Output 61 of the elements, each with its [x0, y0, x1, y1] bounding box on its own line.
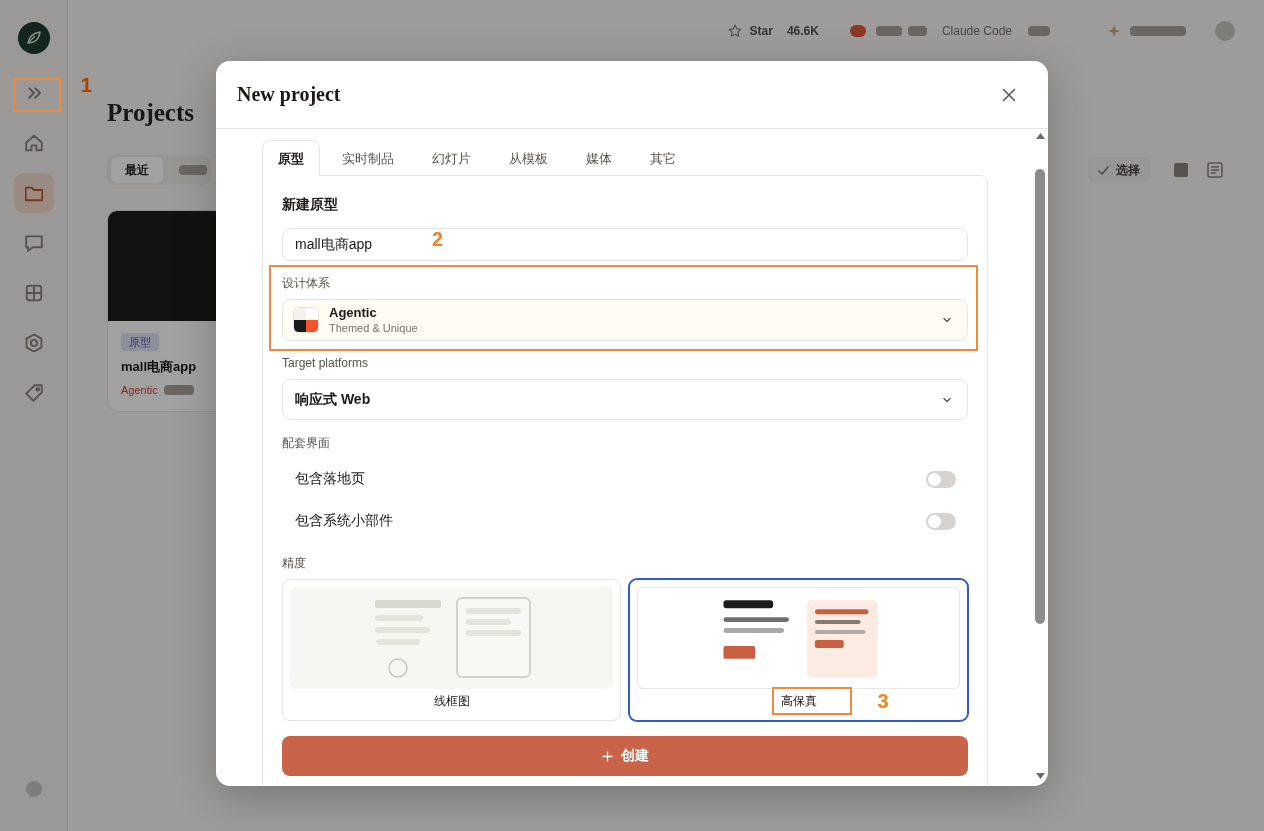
design-system-label: Agentic	[121, 383, 158, 397]
form-label: 新建原型	[282, 195, 339, 214]
blurred-text	[163, 385, 194, 395]
blurred-text	[1130, 26, 1186, 36]
blurred-text	[907, 26, 927, 36]
scroll-down-icon[interactable]	[1036, 773, 1045, 779]
dialog-tab[interactable]: 其它	[634, 140, 692, 176]
select-button[interactable]: 选择	[1088, 157, 1150, 183]
circle-icon[interactable]	[24, 780, 43, 798]
dialog-tab[interactable]: 原型	[262, 140, 320, 176]
sidebar-item[interactable]	[13, 173, 54, 213]
filter-tab[interactable]: 最近	[111, 157, 163, 183]
annotation-number: 2	[432, 228, 444, 250]
platform-select[interactable]: 响应式 Web	[282, 379, 968, 420]
sparkle-icon	[1108, 25, 1120, 37]
project-tag: 原型	[121, 333, 159, 351]
annotation-number: 3	[877, 690, 889, 712]
dialog-tab[interactable]: 实时制品	[326, 140, 410, 176]
annotation-box	[12, 78, 61, 112]
star-icon	[727, 24, 742, 38]
star-count: 46.6K	[786, 24, 819, 38]
create-button[interactable]: 创建	[282, 736, 968, 776]
avatar-icon[interactable]	[1215, 21, 1235, 41]
dialog-tab[interactable]: 从模板	[493, 140, 564, 176]
tag-icon	[24, 384, 43, 402]
annotation-number: 1	[80, 74, 93, 96]
toggle-label: 包含落地页	[295, 470, 365, 488]
plus-icon	[601, 750, 613, 762]
swatch-icon	[293, 307, 319, 333]
settings-icon	[24, 334, 43, 352]
form-label: 设计体系	[282, 275, 331, 291]
star-label[interactable]: Star	[749, 24, 773, 38]
toggle-switch[interactable]	[926, 470, 956, 488]
square-view-icon[interactable]	[1172, 161, 1190, 179]
toggle-label: 包含系统小部件	[295, 512, 393, 530]
blurred-text	[875, 26, 902, 36]
folder-icon	[24, 184, 43, 202]
list-view-icon[interactable]	[1206, 161, 1224, 179]
scroll-up-icon[interactable]	[1036, 133, 1045, 139]
chat-icon	[24, 234, 43, 252]
badge-icon	[849, 25, 866, 37]
dialog-tab[interactable]: 幻灯片	[416, 140, 487, 176]
logo-icon	[17, 22, 50, 54]
toggle-switch[interactable]	[926, 512, 956, 530]
project-title: mall电商app	[121, 359, 197, 375]
fidelity-option[interactable]: 高保真 3	[629, 579, 968, 721]
check-icon	[1098, 164, 1109, 176]
form-label: 精度	[282, 555, 307, 571]
blurred-text	[179, 165, 207, 175]
dialog-tab[interactable]: 媒体	[570, 140, 628, 176]
dialog-title: New project	[237, 83, 341, 106]
blurred-text	[1028, 26, 1050, 36]
grid-icon	[24, 284, 43, 302]
scrollbar-thumb[interactable]	[1035, 169, 1045, 624]
fidelity-option[interactable]: 线框图	[282, 579, 621, 721]
page-title: Projects	[107, 98, 194, 128]
design-system-select[interactable]: Agentic Themed & Unique	[282, 299, 968, 341]
home-icon	[24, 134, 43, 152]
form-label: 配套界面	[282, 435, 331, 451]
form-label: Target platforms	[282, 355, 370, 371]
close-icon	[1002, 87, 1016, 102]
